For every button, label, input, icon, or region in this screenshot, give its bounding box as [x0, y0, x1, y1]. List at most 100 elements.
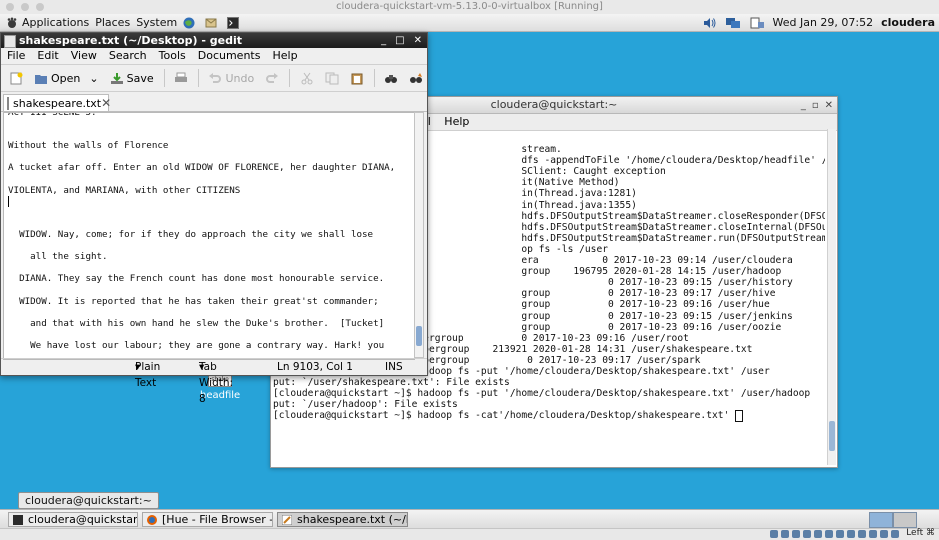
- gedit-title: shakespeare.txt (~/Desktop) - gedit: [19, 34, 242, 47]
- editor-line: [8, 196, 395, 207]
- cursor-position: Ln 9103, Col 1: [277, 359, 353, 375]
- gnome-foot-icon: [6, 17, 18, 29]
- gedit-icon: [282, 515, 292, 525]
- applications-menu[interactable]: Applications: [6, 16, 89, 29]
- scrollbar-thumb[interactable]: [829, 421, 835, 451]
- replace-button[interactable]: [405, 70, 427, 87]
- save-label: Save: [127, 72, 154, 85]
- new-button[interactable]: [5, 70, 27, 87]
- binoculars-icon: [384, 72, 398, 85]
- editor-line: [8, 174, 395, 185]
- places-menu[interactable]: Places: [95, 16, 130, 29]
- undo-label: Undo: [225, 72, 254, 85]
- editor-line: [8, 207, 395, 218]
- minimize-button[interactable]: _: [801, 98, 806, 114]
- undo-icon: [208, 72, 222, 85]
- scrollbar-thumb[interactable]: [416, 326, 422, 346]
- firefox-icon: [147, 515, 157, 525]
- vbox-statusbar: Left ⌘: [0, 528, 939, 540]
- editor-line: Without the walls of Florence: [8, 140, 395, 151]
- terminal-line: [cloudera@quickstart ~]$ hadoop fs -cat'…: [273, 410, 825, 422]
- open-dropdown-arrow-icon[interactable]: ⌄: [89, 72, 98, 85]
- editor-lines: ACT III SCENE 5.Without the walls of Flo…: [8, 112, 395, 351]
- close-button[interactable]: ✕: [414, 33, 422, 48]
- gedit-menubar: File Edit View Search Tools Documents He…: [1, 48, 427, 65]
- window-tooltip: cloudera@quickstart:~: [18, 492, 159, 509]
- maximize-button[interactable]: ▫: [812, 98, 819, 114]
- system-menu[interactable]: System: [136, 16, 177, 29]
- terminal-line: [cloudera@quickstart ~]$ hadoop fs -put …: [273, 388, 825, 399]
- undo-button[interactable]: Undo: [204, 70, 258, 87]
- save-button[interactable]: Save: [106, 70, 158, 87]
- menu-help[interactable]: Help: [444, 115, 469, 128]
- editor-line: [8, 151, 395, 162]
- cut-button[interactable]: [296, 70, 318, 87]
- save-icon: [110, 72, 124, 85]
- paste-icon: [350, 72, 364, 85]
- network-icon[interactable]: [725, 17, 741, 29]
- update-notifier-icon[interactable]: [749, 17, 765, 29]
- editor-scrollbar[interactable]: [414, 112, 424, 358]
- editor-line: A tucket afar off. Enter an old WIDOW OF…: [8, 162, 395, 173]
- terminal-launcher[interactable]: [227, 17, 243, 29]
- terminal-icon: [13, 515, 23, 525]
- paste-button[interactable]: [346, 70, 368, 87]
- taskbar-item-browser[interactable]: [Hue - File Browser - M...: [142, 512, 273, 527]
- menu-documents[interactable]: Documents: [198, 48, 261, 64]
- find-button[interactable]: [380, 70, 402, 87]
- copy-button[interactable]: [321, 70, 343, 87]
- dropdown-arrow-icon: ▾: [199, 359, 204, 375]
- menu-file[interactable]: File: [7, 48, 25, 64]
- gedit-titlebar[interactable]: shakespeare.txt (~/Desktop) - gedit _ □ ✕: [1, 33, 427, 48]
- editor-line: VIOLENTA, and MARIANA, with other CITIZE…: [8, 185, 395, 196]
- tab-label: shakespeare.txt: [13, 97, 101, 110]
- system-label: System: [136, 16, 177, 29]
- menu-edit[interactable]: Edit: [37, 48, 58, 64]
- terminal-line: put: `/user/hadoop': File exists: [273, 399, 825, 410]
- gedit-window[interactable]: shakespeare.txt (~/Desktop) - gedit _□✕ …: [0, 32, 428, 376]
- terminal-cursor: [735, 410, 743, 422]
- terminal-line: put: `/user/shakespeare.txt': File exist…: [273, 377, 825, 388]
- copy-icon: [325, 72, 339, 85]
- volume-icon[interactable]: [703, 17, 717, 29]
- dropdown-arrow-icon: ▾: [135, 359, 140, 375]
- mail-icon: [205, 17, 217, 29]
- menu-view[interactable]: View: [71, 48, 97, 64]
- gedit-tabbar: shakespeare.txt ✕: [1, 92, 427, 112]
- text-editor[interactable]: ACT III SCENE 5.Without the walls of Flo…: [3, 112, 415, 360]
- bottom-panel: cloudera@quickstart:~ [Hue - File Browse…: [0, 509, 939, 529]
- workspace-2[interactable]: [893, 512, 917, 528]
- taskbar-label: shakespeare.txt (~/De...: [297, 512, 408, 527]
- menu-help[interactable]: Help: [272, 48, 297, 64]
- insert-mode: INS: [385, 359, 403, 375]
- open-button[interactable]: Open⌄: [30, 70, 103, 87]
- close-button[interactable]: ✕: [825, 98, 833, 114]
- redo-button[interactable]: [261, 70, 283, 87]
- user-menu[interactable]: cloudera: [881, 16, 935, 29]
- clock[interactable]: Wed Jan 29, 07:52: [773, 16, 874, 29]
- vbox-device-icons[interactable]: [770, 530, 899, 538]
- terminal-scrollbar[interactable]: [827, 129, 836, 465]
- tab-shakespeare[interactable]: shakespeare.txt ✕: [3, 94, 109, 111]
- editor-line: and that with his own hand he slew the D…: [8, 318, 395, 329]
- minimize-button[interactable]: _: [381, 33, 386, 48]
- menu-search[interactable]: Search: [109, 48, 147, 64]
- maximize-button[interactable]: □: [395, 33, 404, 48]
- taskbar-item-gedit[interactable]: shakespeare.txt (~/De...: [277, 512, 408, 527]
- globe-icon: [183, 17, 195, 29]
- editor-line: WIDOW. Nay, come; for if they do approac…: [8, 229, 395, 240]
- redo-icon: [265, 72, 279, 85]
- browser-launcher[interactable]: [183, 17, 199, 29]
- gedit-toolbar: Open⌄ Save Undo: [1, 65, 427, 92]
- mail-launcher[interactable]: [205, 17, 221, 29]
- menu-tools[interactable]: Tools: [159, 48, 186, 64]
- workspace-1[interactable]: [869, 512, 893, 528]
- editor-line: [8, 307, 395, 318]
- editor-line: DIANA. They say the French count has don…: [8, 273, 395, 284]
- taskbar-label: cloudera@quickstart:~: [28, 512, 138, 527]
- taskbar-item-terminal[interactable]: cloudera@quickstart:~: [8, 512, 138, 527]
- cut-icon: [300, 72, 314, 85]
- print-button[interactable]: [170, 70, 192, 87]
- close-tab-icon[interactable]: ✕: [101, 96, 111, 110]
- editor-line: all the sight.: [8, 251, 395, 262]
